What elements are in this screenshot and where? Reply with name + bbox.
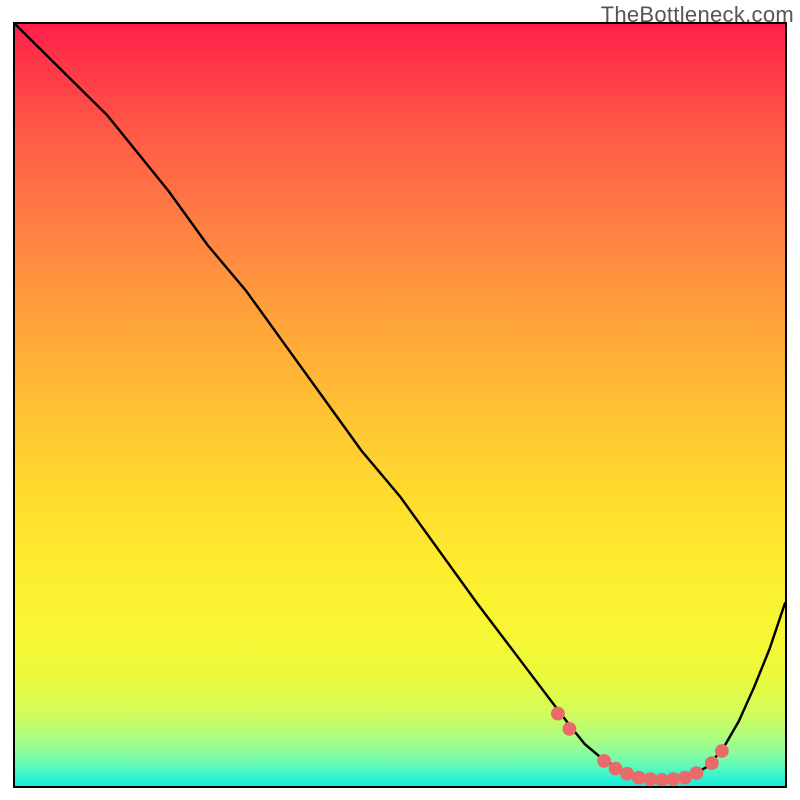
watermark-text: TheBottleneck.com bbox=[601, 2, 794, 28]
gradient-fill bbox=[15, 24, 785, 786]
plot-area bbox=[15, 24, 785, 786]
gradient-background bbox=[15, 24, 785, 786]
chart-root: TheBottleneck.com bbox=[0, 0, 800, 800]
plot-frame bbox=[13, 22, 787, 788]
